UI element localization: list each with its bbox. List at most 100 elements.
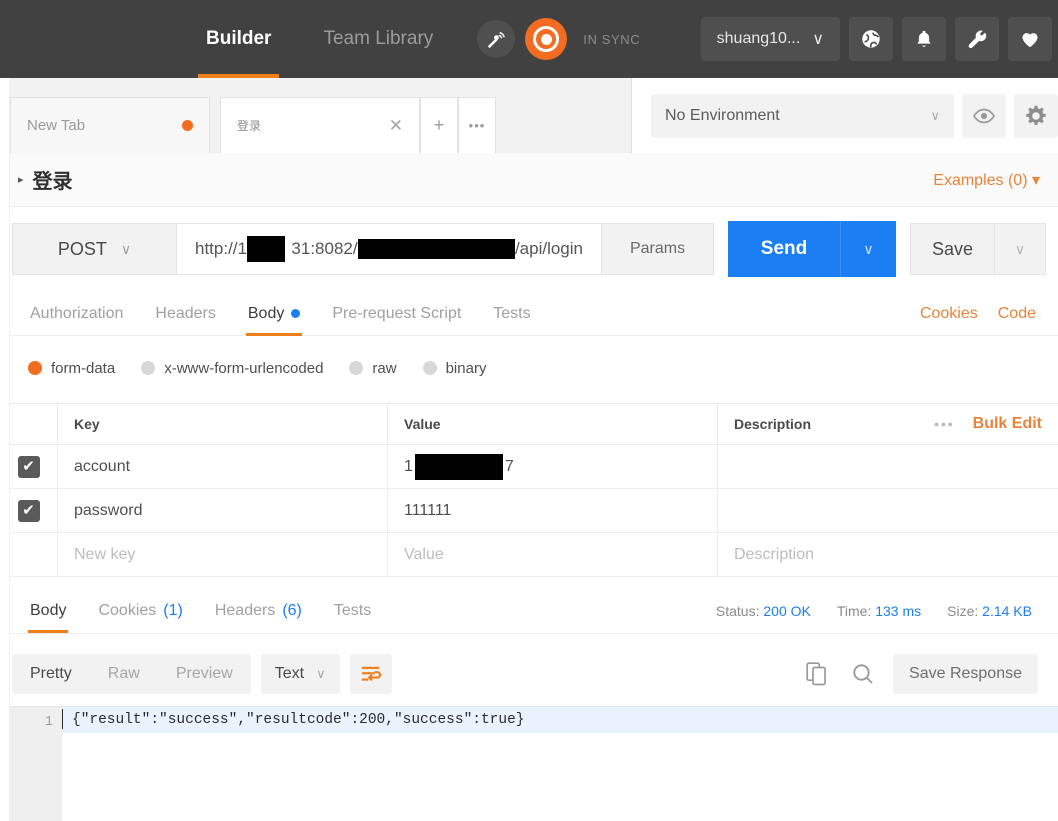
row-value-input[interactable]: 111111 — [388, 489, 718, 532]
response-tab-tests[interactable]: Tests — [318, 589, 387, 633]
checkbox-checked[interactable]: ✔ — [17, 455, 40, 478]
row-key-input[interactable]: password — [58, 489, 388, 532]
response-format-selector[interactable]: Text ∨ — [260, 654, 340, 694]
tab-pre-request-script-label: Pre-request Script — [332, 304, 462, 322]
tab-pre-request-script[interactable]: Pre-request Script — [316, 292, 477, 336]
response-toolbar-right: Save Response — [801, 654, 1046, 694]
response-tab-cookies[interactable]: Cookies (1) — [82, 589, 198, 633]
heart-icon[interactable] — [1008, 17, 1052, 61]
new-key-input[interactable]: New key — [58, 533, 388, 576]
tab-body[interactable]: Body — [232, 292, 316, 336]
response-tab-cookies-count: (1) — [163, 601, 183, 619]
radio-form-data[interactable]: form-data — [28, 360, 115, 377]
status-label: Status: — [715, 602, 760, 619]
eye-icon[interactable] — [962, 93, 1006, 138]
response-body-editor[interactable]: 1 {"result":"success","resultcode":200,"… — [10, 706, 1058, 821]
tab-options-button[interactable]: ••• — [458, 97, 496, 153]
response-tab-tests-label: Tests — [333, 601, 372, 619]
http-method-selector[interactable]: POST ∨ — [12, 223, 176, 275]
radio-x-www-form-urlencoded[interactable]: x-www-form-urlencoded — [141, 360, 323, 377]
examples-dropdown[interactable]: Examples (0) ▾ — [933, 170, 1040, 190]
sync-ring — [533, 26, 560, 52]
params-button[interactable]: Params — [602, 223, 714, 275]
row-key-input[interactable]: account — [58, 445, 388, 488]
radio-raw[interactable]: raw — [349, 360, 397, 377]
table-row-placeholder[interactable]: New key Value Description — [0, 533, 1058, 577]
response-tab-body[interactable]: Body — [14, 589, 82, 633]
url-suffix: /api/login — [514, 239, 583, 258]
collapse-triangle-icon[interactable]: ▸ — [18, 173, 24, 186]
view-pretty-button[interactable]: Pretty — [12, 654, 90, 694]
globe-icon[interactable] — [849, 17, 893, 61]
environment-selected-label: No Environment — [665, 106, 780, 124]
environment-selector[interactable]: No Environment ∨ — [651, 93, 954, 138]
http-method-label: POST — [57, 238, 107, 259]
view-preview-button[interactable]: Preview — [158, 654, 251, 694]
save-label: Save — [931, 238, 974, 259]
sync-status-label: IN SYNC — [583, 31, 641, 47]
search-icon[interactable] — [847, 658, 879, 690]
tab-authorization[interactable]: Authorization — [14, 292, 139, 336]
save-response-button[interactable]: Save Response — [893, 654, 1038, 694]
save-button[interactable]: Save — [910, 223, 994, 275]
request-tab-new-tab[interactable]: New Tab — [10, 97, 210, 153]
save-options-button[interactable]: ∨ — [994, 223, 1046, 275]
header-left-spacer — [0, 0, 180, 78]
tab-headers-label: Headers — [155, 304, 216, 322]
request-tab-strip: New Tab 登录 ✕ + ••• — [0, 78, 632, 153]
header-cell-value: Value — [388, 404, 718, 444]
tab-authorization-label: Authorization — [30, 304, 124, 322]
response-tab-headers-label: Headers — [214, 601, 276, 619]
chevron-down-icon: ∨ — [812, 31, 824, 48]
more-horizontal-icon[interactable]: ••• — [934, 416, 955, 432]
request-tab-login[interactable]: 登录 ✕ — [220, 97, 420, 153]
row-value-input[interactable]: 17 — [388, 445, 718, 488]
bell-icon[interactable] — [902, 17, 946, 61]
row-value-text: 111111 — [404, 501, 452, 519]
status-badge: Status: 200 OK — [716, 603, 811, 619]
url-input[interactable]: http://1 31:8082/ /api/login — [176, 223, 602, 275]
wrench-icon[interactable] — [955, 17, 999, 61]
text-cursor — [62, 709, 63, 729]
word-wrap-icon[interactable] — [349, 654, 392, 694]
new-tab-button[interactable]: + — [420, 97, 458, 153]
new-value-input[interactable]: Value — [388, 533, 718, 576]
row-value-prefix: 1 — [404, 457, 413, 475]
gear-icon[interactable] — [1014, 93, 1058, 138]
send-options-button[interactable]: ∨ — [840, 221, 896, 277]
save-group: Save ∨ — [910, 223, 1046, 275]
bulk-edit-link[interactable]: Bulk Edit — [973, 415, 1042, 433]
view-raw-label: Raw — [107, 665, 140, 682]
tab-tests[interactable]: Tests — [477, 292, 546, 336]
sync-circle-icon[interactable] — [525, 18, 568, 60]
row-description-input[interactable] — [718, 445, 1058, 488]
close-icon[interactable]: ✕ — [389, 117, 403, 134]
row-description-input[interactable] — [718, 489, 1058, 532]
header-cell-description-label: Description — [734, 416, 812, 432]
time-value: 133 ms — [875, 602, 922, 619]
view-raw-button[interactable]: Raw — [90, 654, 158, 694]
request-title-row: ▸ 登录 Examples (0) ▾ — [0, 153, 1058, 207]
user-menu-button[interactable]: shuang10... ∨ — [700, 17, 840, 61]
top-header-bar: Builder Team Library IN SYNC shuang10...… — [0, 0, 1058, 78]
satellite-dish-icon[interactable] — [477, 20, 516, 58]
code-link[interactable]: Code — [998, 305, 1036, 323]
new-description-input[interactable]: Description — [718, 533, 1058, 576]
table-row[interactable]: ✔ account 17 — [0, 445, 1058, 489]
checkbox-checked[interactable]: ✔ — [17, 499, 40, 522]
radio-binary[interactable]: binary — [422, 360, 486, 377]
tab-headers[interactable]: Headers — [139, 292, 231, 336]
copy-icon[interactable] — [801, 658, 833, 690]
nav-tab-builder[interactable]: Builder — [180, 0, 297, 78]
response-tab-cookies-label: Cookies — [98, 601, 157, 619]
response-tab-headers[interactable]: Headers (6) — [199, 589, 318, 633]
chevron-down-icon: ∨ — [863, 240, 874, 257]
table-row[interactable]: ✔ password 111111 — [0, 489, 1058, 533]
cookies-link[interactable]: Cookies — [920, 305, 978, 323]
view-pretty-label: Pretty — [30, 665, 72, 682]
nav-tab-team-library[interactable]: Team Library — [297, 0, 459, 78]
send-button[interactable]: Send — [728, 221, 840, 277]
postman-window: Builder Team Library IN SYNC shuang10...… — [0, 0, 1058, 821]
check-icon: ✔ — [22, 458, 35, 475]
response-body-text: {"result":"success","resultcode":200,"su… — [72, 712, 525, 728]
